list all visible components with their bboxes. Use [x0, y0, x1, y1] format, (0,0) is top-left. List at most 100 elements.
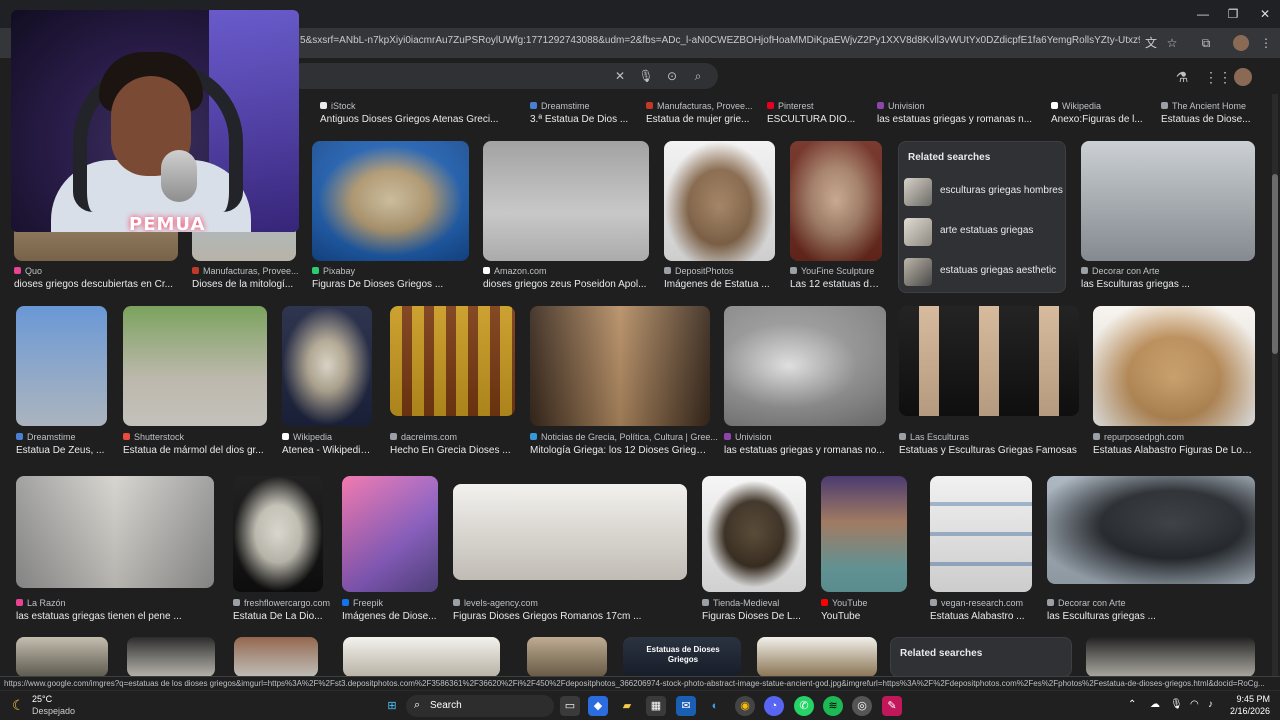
result-title[interactable]: ESCULTURA DIO...: [767, 114, 863, 127]
result-title[interactable]: Anexo:Figuras de l...: [1051, 114, 1149, 127]
related-search-item[interactable]: estatuas griegas aesthetic: [904, 256, 1062, 286]
result-source[interactable]: Noticias de Grecia, Política, Cultura | …: [530, 432, 718, 444]
result-source[interactable]: Pinterest: [767, 101, 814, 113]
result-thumbnail[interactable]: [790, 141, 882, 261]
result-thumbnail[interactable]: [1081, 141, 1255, 261]
result-title[interactable]: Estatuas y Esculturas Griegas Famosas: [899, 445, 1079, 458]
result-source[interactable]: Pixabay: [312, 266, 355, 278]
result-title[interactable]: Imágenes de Estatua ...: [664, 279, 775, 292]
result-title[interactable]: Estatuas Alabastro ...: [930, 611, 1032, 624]
weather-widget[interactable]: ☾ 25°C Despejado: [10, 694, 90, 718]
profile-avatar[interactable]: [1233, 35, 1249, 51]
lens-icon[interactable]: ⊙: [664, 68, 680, 84]
edge-icon[interactable]: ◐: [705, 696, 725, 716]
result-source[interactable]: Decorar con Arte: [1047, 598, 1126, 610]
clock-time[interactable]: 9:45 PM: [1226, 694, 1270, 704]
result-source[interactable]: repurposedpgh.com: [1093, 432, 1184, 444]
account-avatar[interactable]: [1234, 68, 1252, 86]
discord-icon[interactable]: ◔: [764, 696, 784, 716]
clock-date[interactable]: 2/16/2026: [1222, 706, 1270, 716]
result-thumbnail[interactable]: [16, 306, 107, 426]
result-thumbnail[interactable]: [233, 476, 323, 592]
copilot-icon[interactable]: ◆: [588, 696, 608, 716]
result-source[interactable]: The Ancient Home: [1161, 101, 1246, 113]
result-title[interactable]: dioses griegos zeus Poseidon Apol...: [483, 279, 649, 292]
result-source[interactable]: levels-agency.com: [453, 598, 538, 610]
result-title[interactable]: Imágenes de Diose...: [342, 611, 438, 624]
whatsapp-icon[interactable]: ✆: [794, 696, 814, 716]
result-source[interactable]: YouTube: [821, 598, 867, 610]
result-thumbnail[interactable]: [282, 306, 372, 426]
result-source[interactable]: Amazon.com: [483, 266, 547, 278]
result-title[interactable]: las estatuas griegas y romanas n...: [877, 114, 1042, 127]
result-title[interactable]: Estatua De Zeus, ...: [16, 445, 116, 458]
result-title[interactable]: Estatua De La Dio...: [233, 611, 325, 624]
tray-chevron-icon[interactable]: ⌃: [1128, 699, 1136, 710]
result-thumbnail[interactable]: [123, 306, 267, 426]
result-source[interactable]: Shutterstock: [123, 432, 184, 444]
result-title[interactable]: Antiguos Dioses Griegos Atenas Greci...: [320, 114, 500, 127]
obs-icon[interactable]: ◎: [852, 696, 872, 716]
result-source[interactable]: Las Esculturas: [899, 432, 969, 444]
result-source[interactable]: Wikipedia: [282, 432, 332, 444]
voice-search-icon[interactable]: 🎙: [638, 68, 654, 84]
cloud-icon[interactable]: ☁: [1150, 699, 1160, 710]
translate-icon[interactable]: 文: [1143, 35, 1159, 51]
result-thumbnail[interactable]: [483, 141, 649, 261]
result-title[interactable]: las estatuas griegas tienen el pene ...: [16, 611, 214, 624]
store-icon[interactable]: ▦: [646, 696, 666, 716]
result-source[interactable]: Tienda-Medieval: [702, 598, 779, 610]
result-title[interactable]: Figuras Dioses Griegos Romanos 17cm ...: [453, 611, 687, 624]
apps-grid-icon[interactable]: ⋮⋮: [1204, 68, 1232, 86]
search-input[interactable]: ✕ 🎙 ⊙ ⌕: [290, 63, 718, 89]
labs-flask-icon[interactable]: ⚗: [1173, 68, 1191, 86]
result-thumbnail[interactable]: [16, 476, 214, 588]
result-thumbnail[interactable]: [527, 637, 607, 676]
result-title[interactable]: Mitología Griega: los 12 Dioses Griego..…: [530, 445, 710, 458]
app-icon[interactable]: ✎: [882, 696, 902, 716]
wifi-icon[interactable]: ◠: [1190, 699, 1199, 710]
result-title[interactable]: 3.ª Estatua De Dios ...: [530, 114, 630, 127]
minimize-icon[interactable]: —: [1194, 6, 1212, 22]
page-scrollbar[interactable]: [1272, 94, 1278, 676]
search-icon[interactable]: ⌕: [690, 68, 706, 84]
result-thumbnail[interactable]: [664, 141, 775, 261]
result-source[interactable]: freshflowercargo.com: [233, 598, 330, 610]
result-title[interactable]: Las 12 estatuas de...: [790, 279, 882, 292]
result-title[interactable]: Estatua de mujer grie...: [646, 114, 750, 127]
result-title[interactable]: las estatuas griegas y romanas no...: [724, 445, 886, 458]
result-title[interactable]: las Esculturas griegas ...: [1081, 279, 1255, 292]
result-title[interactable]: Figuras Dioses De L...: [702, 611, 806, 624]
result-title[interactable]: Estatuas Alabastro Figuras De Los...: [1093, 445, 1255, 458]
result-source[interactable]: La Razón: [16, 598, 66, 610]
menu-dots-icon[interactable]: ⋮: [1258, 35, 1274, 51]
spotify-icon[interactable]: ≋: [823, 696, 843, 716]
result-source[interactable]: Quo: [14, 266, 42, 278]
result-source[interactable]: DepositPhotos: [664, 266, 734, 278]
start-button[interactable]: ⊞: [382, 696, 402, 716]
result-thumbnail[interactable]: [702, 476, 806, 592]
extensions-icon[interactable]: ⧉: [1198, 35, 1214, 51]
related-search-item[interactable]: arte estatuas griegas: [904, 216, 1062, 246]
chrome-icon[interactable]: ◉: [735, 696, 755, 716]
result-source[interactable]: Dreamstime: [16, 432, 76, 444]
url-text[interactable]: 5&sxsrf=ANbL-n7kpXiyi0iacmrAu7ZuPSRoylUW…: [300, 35, 1140, 51]
result-source[interactable]: Freepik: [342, 598, 383, 610]
result-thumbnail[interactable]: [1047, 476, 1255, 584]
result-source[interactable]: Univision: [724, 432, 772, 444]
result-title[interactable]: Dioses de la mitologí...: [192, 279, 296, 292]
result-thumbnail[interactable]: [757, 637, 877, 676]
result-source[interactable]: vegan-research.com: [930, 598, 1023, 610]
taskbar-search[interactable]: ⌕ Search: [406, 695, 554, 717]
mic-icon[interactable]: 🎙: [1170, 699, 1183, 710]
result-source[interactable]: Decorar con Arte: [1081, 266, 1160, 278]
result-thumbnail[interactable]: [899, 306, 1079, 416]
result-thumbnail[interactable]: [1086, 637, 1255, 676]
result-title[interactable]: las Esculturas griegas ...: [1047, 611, 1255, 624]
result-title[interactable]: Estatuas de Diose...: [1161, 114, 1257, 127]
result-thumbnail[interactable]: [342, 476, 438, 592]
result-source[interactable]: Univision: [877, 101, 925, 113]
result-thumbnail[interactable]: [821, 476, 907, 592]
result-source[interactable]: Manufacturas, Provee...: [192, 266, 299, 278]
result-title[interactable]: Hecho En Grecia Dioses ...: [390, 445, 515, 458]
